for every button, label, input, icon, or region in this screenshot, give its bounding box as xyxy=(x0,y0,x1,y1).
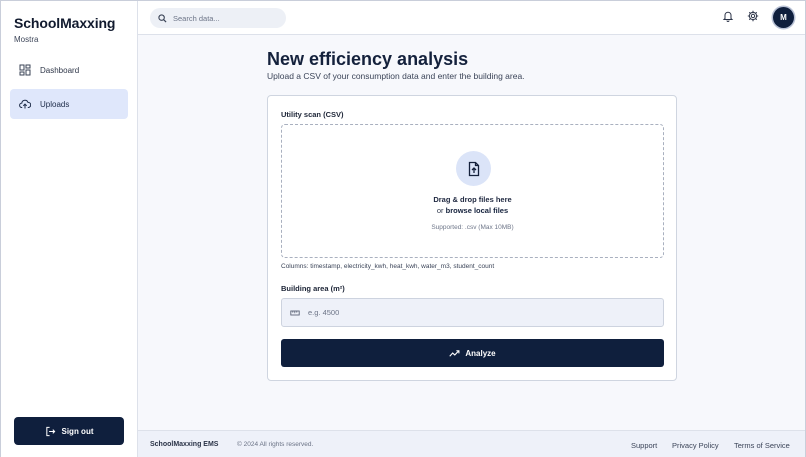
file-upload-icon-badge xyxy=(456,151,491,186)
dropzone-instruction: Drag & drop files here xyxy=(433,195,512,204)
supported-formats-text: Supported: .csv (Max 10MB) xyxy=(431,224,514,231)
page-title: New efficiency analysis xyxy=(267,49,469,69)
dropzone-or-text: or xyxy=(436,206,444,215)
footer: SchoolMaxxing EMS © 2024 All rights rese… xyxy=(138,430,805,457)
page-subtitle: Upload a CSV of your consumption data an… xyxy=(267,71,525,81)
avatar[interactable]: M xyxy=(773,7,794,28)
brand-subtitle: Mostra xyxy=(14,35,39,44)
sign-out-label: Sign out xyxy=(61,426,94,436)
sidebar: SchoolMaxxing Mostra Dashboard Uploads S… xyxy=(1,1,138,457)
footer-link-privacy[interactable]: Privacy Policy xyxy=(672,441,719,450)
sign-out-button[interactable]: Sign out xyxy=(14,417,124,445)
brand: SchoolMaxxing Mostra xyxy=(14,15,115,44)
search-input[interactable] xyxy=(173,13,273,23)
footer-link-support[interactable]: Support xyxy=(631,441,657,450)
search-icon xyxy=(158,13,167,23)
sidebar-item-uploads[interactable]: Uploads xyxy=(10,89,128,119)
csv-field-label: Utility scan (CSV) xyxy=(281,110,344,119)
ruler-icon xyxy=(290,308,300,318)
app-window: SchoolMaxxing Mostra Dashboard Uploads S… xyxy=(0,0,806,457)
sidebar-item-label: Dashboard xyxy=(40,65,80,75)
footer-brand: SchoolMaxxing EMS xyxy=(150,441,219,448)
file-upload-icon xyxy=(468,161,479,176)
footer-link-terms[interactable]: Terms of Service xyxy=(734,441,790,450)
dropzone-browse-line: or browse local files xyxy=(282,206,663,215)
brand-title: SchoolMaxxing xyxy=(14,15,116,31)
building-area-input[interactable] xyxy=(308,308,608,317)
columns-hint: Columns: timestamp, electricity_kwh, hea… xyxy=(281,263,495,270)
upload-card: Utility scan (CSV) Drag & drop files her… xyxy=(267,95,677,381)
building-area-field[interactable] xyxy=(281,298,664,327)
trending-up-icon xyxy=(449,348,460,359)
sidebar-item-label: Uploads xyxy=(40,99,70,109)
building-area-label: Building area (m²) xyxy=(281,284,345,293)
cloud-upload-icon xyxy=(19,98,31,110)
search-bar[interactable] xyxy=(150,8,286,28)
dashboard-grid-icon xyxy=(19,64,31,76)
bell-icon[interactable] xyxy=(722,10,734,22)
gear-icon[interactable] xyxy=(747,10,759,22)
top-header: M xyxy=(138,1,805,35)
file-dropzone[interactable]: Drag & drop files here or browse local f… xyxy=(281,124,664,258)
analyze-label: Analyze xyxy=(465,348,496,358)
footer-copyright: © 2024 All rights reserved. xyxy=(237,441,314,448)
sidebar-item-dashboard[interactable]: Dashboard xyxy=(10,55,128,85)
logout-icon xyxy=(45,426,56,437)
browse-files-link[interactable]: browse local files xyxy=(446,206,509,215)
analyze-button[interactable]: Analyze xyxy=(281,339,664,367)
